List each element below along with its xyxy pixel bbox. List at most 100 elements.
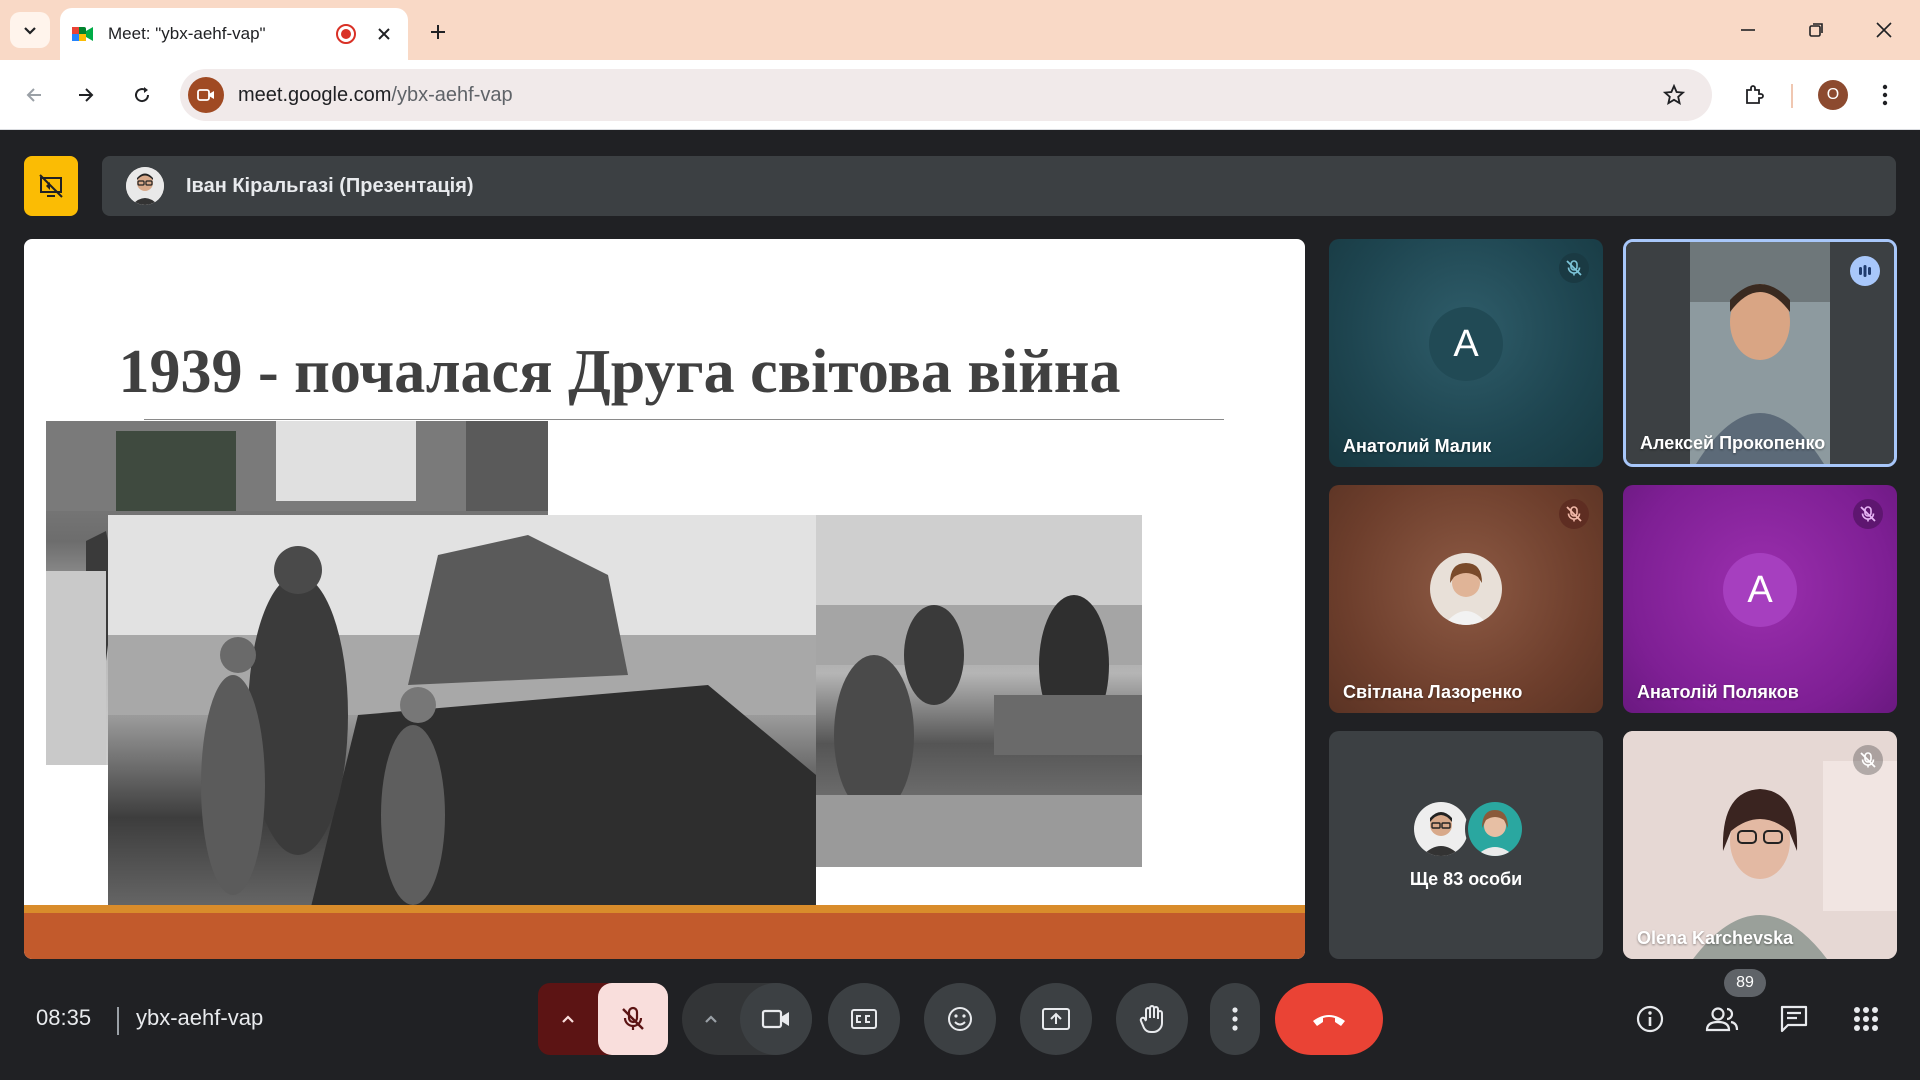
extensions-button[interactable]: [1734, 75, 1774, 115]
bookmark-star-button[interactable]: [1654, 75, 1694, 115]
participant-name: Анатолий Малик: [1343, 436, 1492, 456]
participant-avatar: [1465, 799, 1525, 859]
participant-name: Світлана Лазоренко: [1343, 682, 1523, 702]
address-bar[interactable]: meet.google.com/ybx-aehf-vap: [180, 69, 1712, 121]
new-tab-button[interactable]: [420, 14, 456, 50]
info-icon: [1636, 1005, 1664, 1033]
mic-off-icon: [1559, 253, 1589, 283]
videocam-icon: [761, 1009, 789, 1029]
url-text: meet.google.com/ybx-aehf-vap: [238, 84, 1654, 107]
apps-grid-icon: [1854, 1007, 1878, 1031]
slide-footer-line: [24, 905, 1305, 913]
tab-title: Meet: "ybx-aehf-vap": [108, 24, 266, 43]
more-options-button[interactable]: [1210, 983, 1260, 1055]
toolbar-divider: [1791, 84, 1793, 108]
participant-tile[interactable]: Світлана Лазоренко: [1329, 485, 1603, 713]
chat-button[interactable]: [1772, 997, 1816, 1041]
speaking-indicator-icon: [1850, 256, 1880, 286]
tab-search-button[interactable]: [10, 12, 50, 48]
participant-avatar: A: [1723, 553, 1797, 627]
hand-icon: [1139, 1005, 1163, 1034]
mic-off-icon: [622, 1006, 644, 1030]
tab-strip: Meet: "ybx-aehf-vap": [0, 0, 1920, 60]
mic-off-icon: [1853, 499, 1883, 529]
participant-tile[interactable]: Olena Karchevska: [1623, 731, 1897, 959]
puzzle-icon: [1746, 85, 1764, 104]
chevron-up-icon: [562, 1015, 574, 1023]
presenter-bar: Іван Кіральгазі (Презентація): [102, 156, 1896, 216]
participant-avatar: [1430, 553, 1502, 625]
closed-captions-icon: [851, 1009, 877, 1029]
participant-name: Olena Karchevska: [1637, 928, 1794, 948]
meeting-clock: 08:35: [36, 1005, 92, 1030]
chevron-up-icon: [705, 1015, 717, 1023]
chevron-down-icon: [24, 27, 36, 35]
browser-menu-button[interactable]: [1870, 75, 1900, 115]
window-close-button[interactable]: [1854, 10, 1914, 50]
restore-button[interactable]: [1786, 10, 1846, 50]
slide-footer-band: [24, 913, 1305, 959]
participant-tile[interactable]: A Анатолій Поляков: [1623, 485, 1897, 713]
audio-settings-button[interactable]: [538, 983, 598, 1055]
meet-favicon-icon: [72, 25, 94, 43]
slide-photo-workers: [814, 515, 1142, 867]
toggle-mic-button[interactable]: [598, 983, 668, 1055]
camera-control-group: [682, 983, 812, 1055]
participant-name: Алексей Прокопенко: [1640, 433, 1826, 453]
tab-close-button[interactable]: [372, 22, 396, 46]
presenter-name: Іван Кіральгазі (Презентація): [186, 174, 474, 197]
restore-icon: [1809, 23, 1823, 37]
people-button[interactable]: [1700, 997, 1744, 1041]
raise-hand-button[interactable]: [1116, 983, 1188, 1055]
participant-tile-speaking[interactable]: Алексей Прокопенко: [1623, 239, 1897, 467]
people-icon: [1705, 1007, 1739, 1032]
site-camera-icon[interactable]: [188, 77, 224, 113]
star-icon: [1663, 84, 1685, 106]
reload-icon: [135, 87, 150, 103]
bottom-bar-divider: [117, 1007, 119, 1035]
meet-stage: Іван Кіральгазі (Презентація) 1939 - поч…: [0, 131, 1920, 1080]
participant-avatar: [1411, 799, 1471, 859]
slide-photo-ruins: [108, 515, 816, 919]
browser-tab-meet[interactable]: Meet: "ybx-aehf-vap": [60, 8, 408, 60]
browser-toolbar: meet.google.com/ybx-aehf-vap O: [0, 60, 1920, 130]
leave-call-button[interactable]: [1275, 983, 1383, 1055]
emoji-icon: [948, 1007, 972, 1031]
people-count-badge: 89: [1724, 969, 1766, 997]
slide-title-underline: [144, 419, 1224, 420]
profile-avatar[interactable]: O: [1818, 80, 1848, 110]
minimize-icon: [1741, 29, 1755, 31]
more-participants-tile[interactable]: Ще 83 особи: [1329, 731, 1603, 959]
back-button[interactable]: [14, 75, 54, 115]
mic-off-icon: [1853, 745, 1883, 775]
arrow-right-icon: [79, 88, 94, 102]
presenter-avatar: [126, 167, 164, 205]
stop-presenting-indicator[interactable]: [24, 156, 78, 216]
minimize-button[interactable]: [1718, 10, 1778, 50]
participant-tile[interactable]: A Анатолий Малик: [1329, 239, 1603, 467]
activities-button[interactable]: [1844, 997, 1888, 1041]
recording-indicator-icon: [336, 24, 356, 44]
toggle-camera-button[interactable]: [740, 983, 812, 1055]
participant-name: Анатолій Поляков: [1637, 682, 1799, 702]
mic-off-icon: [1559, 499, 1589, 529]
close-icon: [1876, 22, 1892, 38]
close-icon: [378, 28, 390, 40]
plus-icon: [431, 25, 445, 39]
meeting-details-button[interactable]: [1628, 997, 1672, 1041]
slide-title: 1939 - почалася Друга світова війна: [118, 338, 1121, 406]
present-off-icon: [39, 174, 63, 198]
presentation-slide: 1939 - почалася Друга світова війна: [24, 239, 1305, 959]
video-settings-button[interactable]: [682, 983, 740, 1055]
mic-control-group: [538, 983, 668, 1055]
reload-button[interactable]: [122, 75, 162, 115]
reactions-button[interactable]: [924, 983, 996, 1055]
present-screen-button[interactable]: [1020, 983, 1092, 1055]
more-participants-label: Ще 83 особи: [1409, 869, 1523, 889]
meeting-code: ybx-aehf-vap: [136, 1005, 264, 1030]
forward-button[interactable]: [66, 75, 106, 115]
url-host: meet.google.com: [238, 83, 392, 106]
captions-button[interactable]: [828, 983, 900, 1055]
call-end-icon: [1313, 1015, 1345, 1026]
url-path: /ybx-aehf-vap: [391, 83, 513, 106]
